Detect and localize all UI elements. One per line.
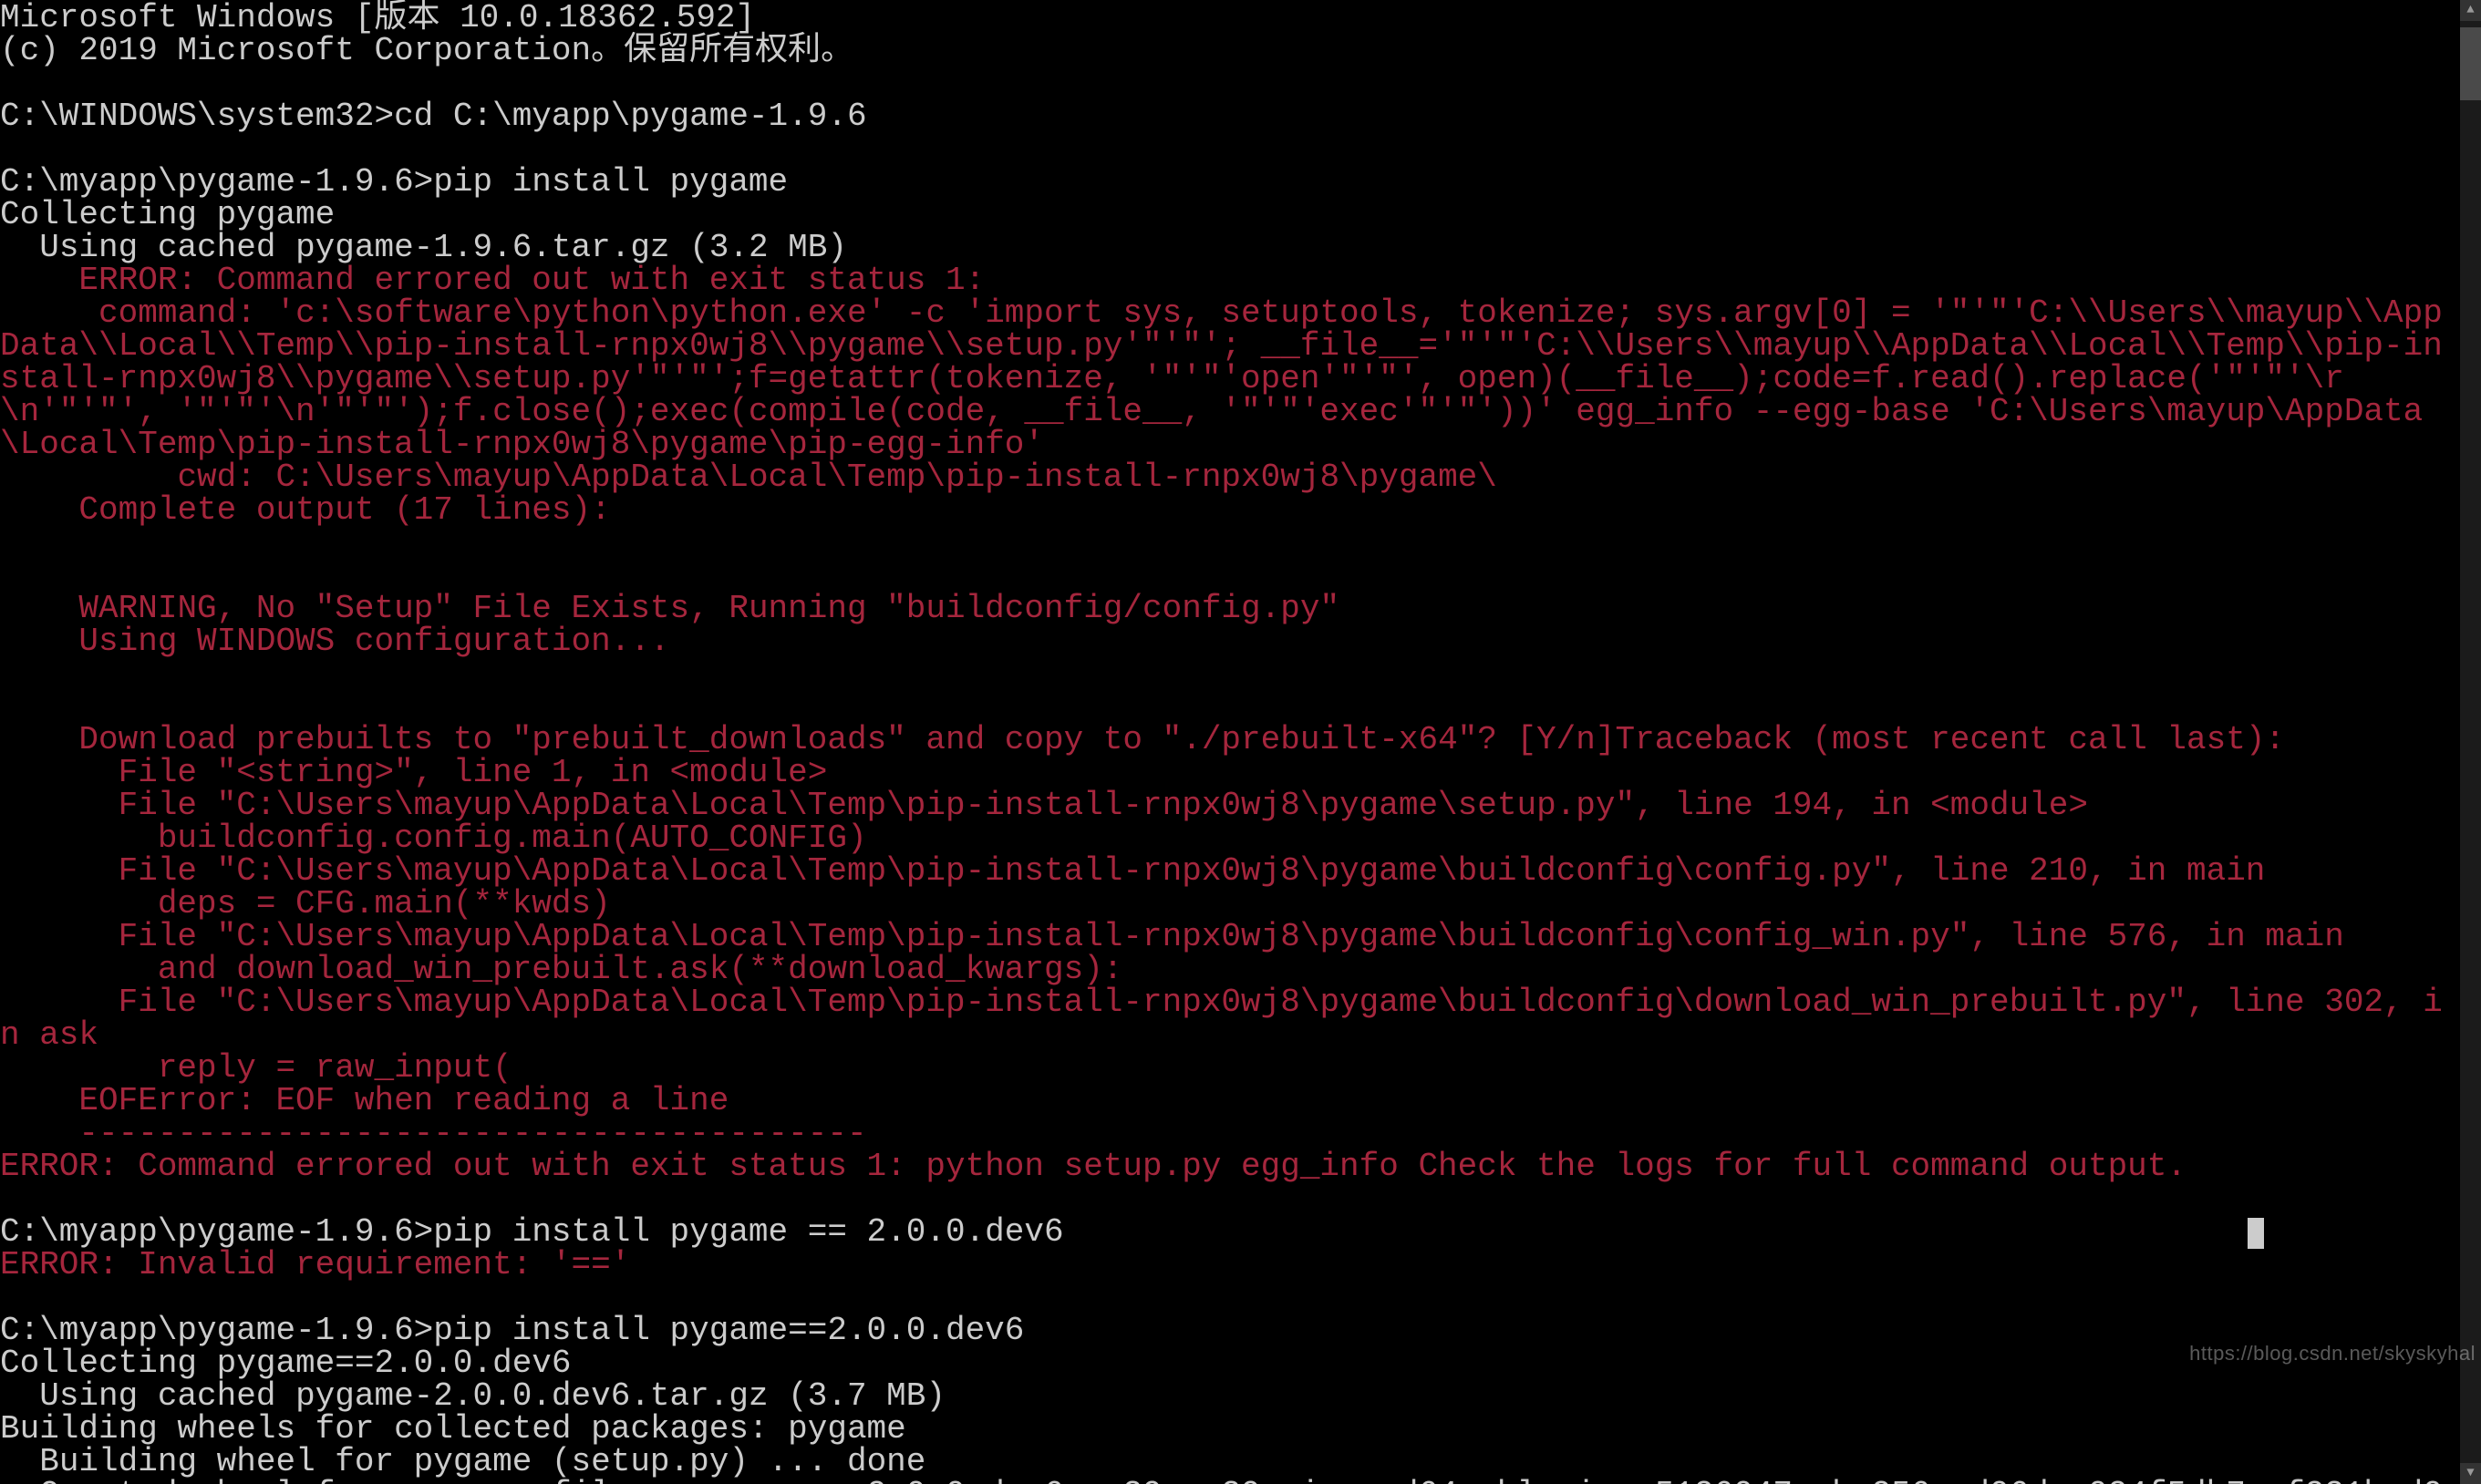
console-line <box>0 1282 2460 1314</box>
console-line: and download_win_prebuilt.ask(**download… <box>0 953 2460 986</box>
console-line: command: 'c:\software\python\python.exe'… <box>0 297 2460 461</box>
console-line: Using WINDOWS configuration... <box>0 625 2460 658</box>
console-line: C:\WINDOWS\system32>cd C:\myapp\pygame-1… <box>0 100 2460 133</box>
scrollbar-thumb[interactable] <box>2460 27 2481 100</box>
console-line <box>0 560 2460 593</box>
console-line: Created wheel for pygame: filename=pygam… <box>0 1479 2460 1484</box>
console-line: Microsoft Windows [版本 10.0.18362.592] <box>0 2 2460 35</box>
console-line <box>0 658 2460 691</box>
console-line: ERROR: Command errored out with exit sta… <box>0 264 2460 297</box>
console-line: ERROR: Invalid requirement: '==' <box>0 1249 2460 1282</box>
console-line: Building wheels for collected packages: … <box>0 1413 2460 1446</box>
watermark-text: https://blog.csdn.net/skyskyhal <box>2189 1342 2476 1365</box>
console-line: Collecting pygame <box>0 199 2460 232</box>
console-line: File "C:\Users\mayup\AppData\Local\Temp\… <box>0 986 2460 1052</box>
console-line: C:\myapp\pygame-1.9.6>pip install pygame… <box>0 1216 2460 1249</box>
console-line: Using cached pygame-1.9.6.tar.gz (3.2 MB… <box>0 232 2460 264</box>
console-line: (c) 2019 Microsoft Corporation。保留所有权利。 <box>0 35 2460 67</box>
console-line: reply = raw_input( <box>0 1052 2460 1085</box>
console-line: ERROR: Command errored out with exit sta… <box>0 1150 2460 1183</box>
scroll-up-arrow[interactable]: ▲ <box>2460 0 2481 21</box>
console-line: deps = CFG.main(**kwds) <box>0 888 2460 921</box>
console-line: ---------------------------------------- <box>0 1118 2460 1150</box>
console-line: File "<string>", line 1, in <module> <box>0 757 2460 789</box>
console-line: Using cached pygame-2.0.0.dev6.tar.gz (3… <box>0 1380 2460 1413</box>
console-line: Complete output (17 lines): <box>0 494 2460 527</box>
console-line: File "C:\Users\mayup\AppData\Local\Temp\… <box>0 855 2460 888</box>
console-line: File "C:\Users\mayup\AppData\Local\Temp\… <box>0 921 2460 953</box>
console-line <box>0 691 2460 724</box>
console-line: WARNING, No "Setup" File Exists, Running… <box>0 593 2460 625</box>
console-line: buildconfig.config.main(AUTO_CONFIG) <box>0 822 2460 855</box>
console-line: Download prebuilts to "prebuilt_download… <box>0 724 2460 757</box>
console-line: File "C:\Users\mayup\AppData\Local\Temp\… <box>0 789 2460 822</box>
scrollbar-track[interactable]: ▲ ▼ <box>2460 0 2481 1484</box>
console-line: Collecting pygame==2.0.0.dev6 <box>0 1347 2460 1380</box>
console-line <box>0 527 2460 560</box>
console-line <box>0 1183 2460 1216</box>
console-line: EOFError: EOF when reading a line <box>0 1085 2460 1118</box>
console-line <box>0 133 2460 166</box>
console-line: cwd: C:\Users\mayup\AppData\Local\Temp\p… <box>0 461 2460 494</box>
console-line: C:\myapp\pygame-1.9.6>pip install pygame <box>0 166 2460 199</box>
scroll-down-arrow[interactable]: ▼ <box>2460 1463 2481 1484</box>
console-line: Building wheel for pygame (setup.py) ...… <box>0 1446 2460 1479</box>
console-line: C:\myapp\pygame-1.9.6>pip install pygame… <box>0 1314 2460 1347</box>
text-cursor <box>2248 1218 2264 1249</box>
console-line <box>0 67 2460 100</box>
terminal-output[interactable]: Microsoft Windows [版本 10.0.18362.592](c)… <box>0 0 2460 1484</box>
